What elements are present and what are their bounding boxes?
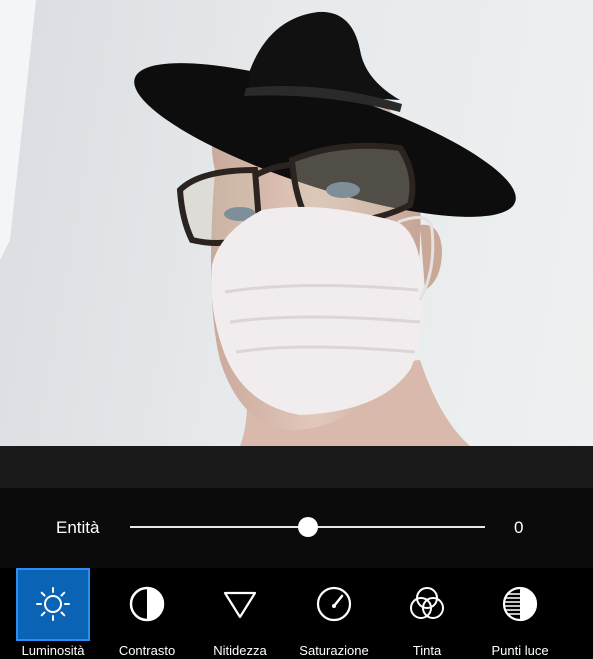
sun-icon [36,587,70,621]
adjustment-toolbar: Luminosità Contrasto Nitidezza Saturazio… [0,568,593,659]
tool-punti-luce[interactable]: Punti luce [475,568,565,659]
tool-nitidezza[interactable]: Nitidezza [195,568,285,659]
gauge-icon [316,586,352,622]
highlights-icon [502,586,538,622]
slider-label: Entità [56,518,100,537]
tool-label: Punti luce [491,643,549,658]
color-circles-icon [410,587,444,619]
photo-preview [0,0,593,446]
slider-track[interactable] [130,517,485,537]
slider-value: 0 [514,518,524,537]
photo-bottom-strip [0,446,593,488]
tool-saturazione[interactable]: Saturazione [289,568,379,659]
tool-luminosita[interactable]: Luminosità [0,568,90,659]
slider-thumb[interactable] [297,517,318,537]
tool-tinta[interactable]: Tinta [382,568,472,659]
adjustment-slider-panel: Entità 0 [0,488,593,568]
contrast-icon [129,586,165,622]
triangle-down-icon [223,591,257,619]
tool-contrasto[interactable]: Contrasto [102,568,192,659]
mannequin-photo [0,0,516,446]
